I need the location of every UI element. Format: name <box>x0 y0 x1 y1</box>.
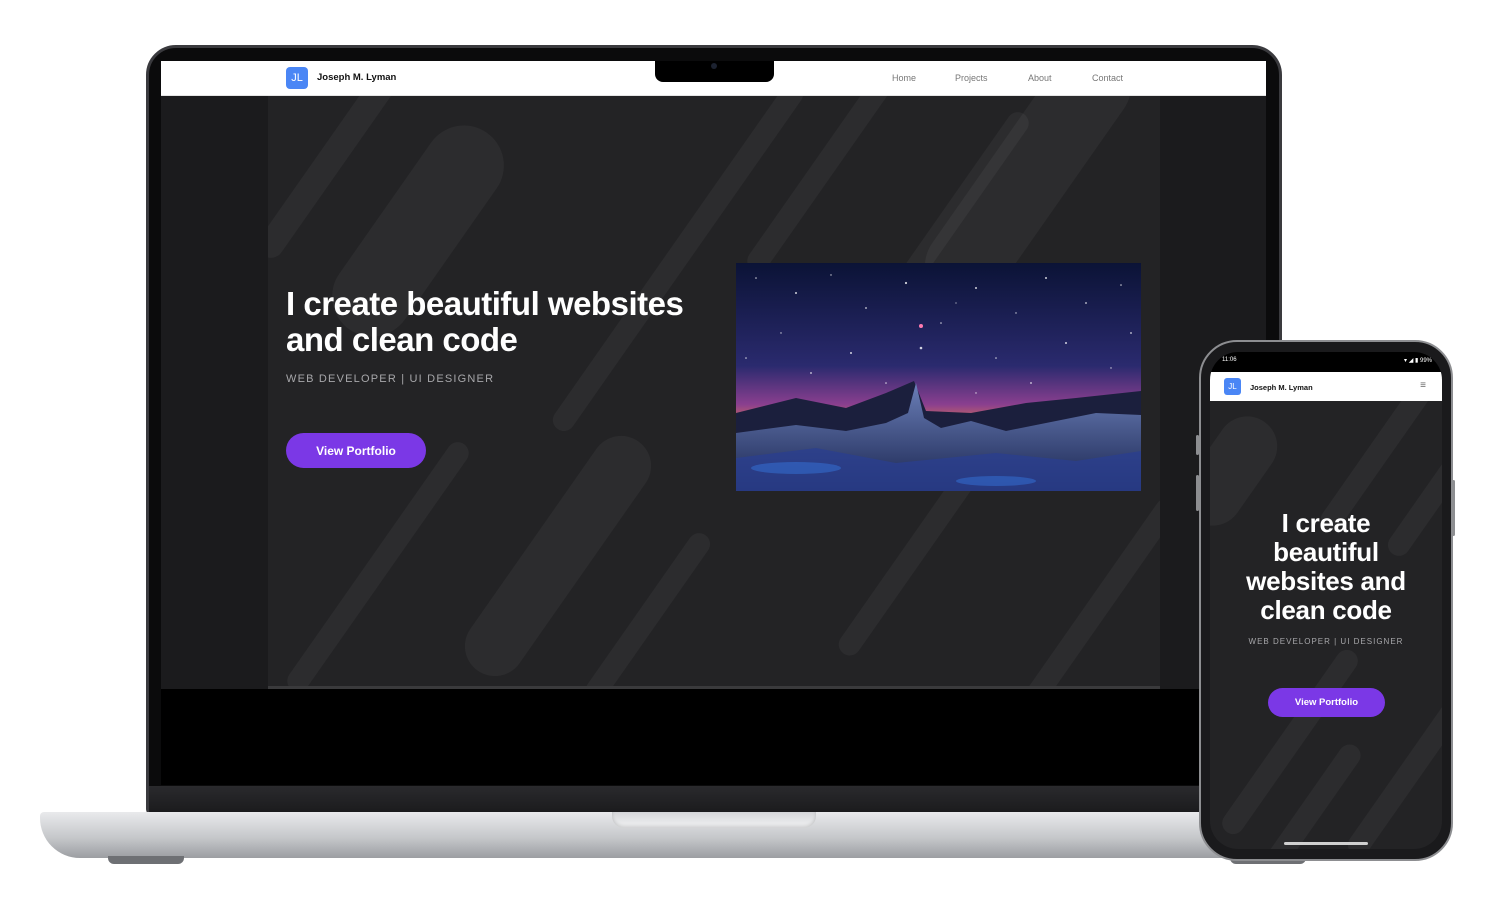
desktop-hero-title-text: I create beautiful websites and clean co… <box>286 285 684 358</box>
camera-icon <box>711 63 717 69</box>
mobile-hero-subtitle: WEB DEVELOPER | UI DESIGNER <box>1248 637 1404 646</box>
mobile-navbar: JL Joseph M. Lyman ≡ <box>1210 372 1442 401</box>
phone-notch <box>1283 352 1371 368</box>
laptop-screen: JL Joseph M. Lyman Home Projects About C… <box>161 61 1266 689</box>
mobile-brand-name[interactable]: Joseph M. Lyman <box>1250 383 1313 392</box>
desktop-hero-subtitle: WEB DEVELOPER | UI DESIGNER <box>286 373 495 385</box>
laptop-foot-left <box>108 856 184 864</box>
nav-about[interactable]: About <box>1028 73 1052 83</box>
laptop-hinge <box>149 786 1279 814</box>
mobile-hero-title-text: I create beautiful websites and clean co… <box>1246 508 1406 625</box>
desktop-side-margin-left <box>161 96 268 689</box>
mobile-view-portfolio-button[interactable]: View Portfolio <box>1268 688 1385 717</box>
battery-icon: ▮ <box>1415 358 1419 364</box>
desktop-logo[interactable]: JL <box>286 67 308 89</box>
laptop-trackpad-notch <box>612 812 816 828</box>
nav-projects[interactable]: Projects <box>955 73 988 83</box>
bg-stripe <box>1014 494 1160 689</box>
laptop-screen-bottom <box>161 689 1266 785</box>
nav-contact[interactable]: Contact <box>1092 73 1123 83</box>
nav-home[interactable]: Home <box>892 73 916 83</box>
mobile-logo[interactable]: JL <box>1224 378 1241 395</box>
desktop-brand-name[interactable]: Joseph M. Lyman <box>317 72 396 83</box>
status-battery: 99% <box>1419 358 1432 364</box>
mobile-hero-title: I create beautiful websites and clean co… <box>1210 509 1442 625</box>
desktop-hero-title: I create beautiful websites and clean co… <box>286 286 726 358</box>
bg-stripe <box>581 528 715 689</box>
phone-home-indicator <box>1284 842 1368 845</box>
desktop-hero-bottom-border <box>268 686 1160 689</box>
bg-stripe <box>282 437 474 689</box>
hero-mountain-photo <box>736 263 1141 491</box>
signal-icon: ◢ <box>1408 358 1414 364</box>
phone-screen: 11:06 ▾ ◢ ▮ 99% JL Joseph M. Lyman ≡ I c… <box>1210 352 1442 849</box>
wifi-icon: ▾ <box>1404 358 1408 364</box>
desktop-view-portfolio-button[interactable]: View Portfolio <box>286 433 426 468</box>
status-icons: ▾ ◢ ▮ 99% <box>1404 357 1432 364</box>
bg-stripe <box>1217 645 1363 839</box>
hamburger-menu-icon[interactable]: ≡ <box>1420 381 1426 391</box>
desktop-hero: I create beautiful websites and clean co… <box>268 96 1160 689</box>
status-time: 11:06 <box>1222 357 1237 363</box>
mobile-hero: I create beautiful websites and clean co… <box>1210 401 1442 849</box>
